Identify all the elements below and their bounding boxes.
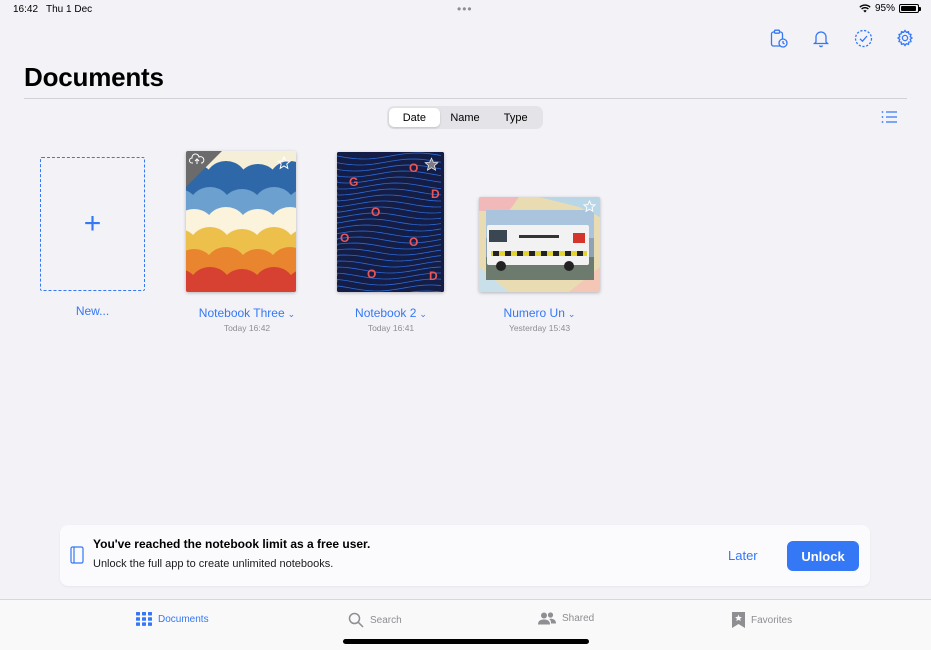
status-date: Thu 1 Dec <box>46 4 93 15</box>
sort-date-segment[interactable]: Date <box>389 108 440 127</box>
star-outline-icon[interactable] <box>277 156 291 170</box>
home-indicator[interactable] <box>343 639 589 644</box>
notebook-three-meta: Notebook Three ⌄ Today 16:42 <box>186 304 308 333</box>
svg-text:O: O <box>367 267 376 281</box>
tab-search-label: Search <box>370 614 402 626</box>
numero-un-cover[interactable] <box>479 197 600 292</box>
gear-icon[interactable] <box>895 28 915 48</box>
notebook-three-title[interactable]: Notebook Three ⌄ <box>199 306 295 320</box>
later-button[interactable]: Later <box>728 548 758 563</box>
svg-text:O: O <box>409 235 418 249</box>
battery-icon <box>899 4 921 13</box>
star-filled-icon[interactable] <box>424 157 439 172</box>
top-toolbar <box>769 28 915 48</box>
page-title: Documents <box>24 62 164 92</box>
sort-segmented-control: Date Name Type <box>387 106 543 129</box>
wifi-icon <box>859 4 871 13</box>
scallop-pattern-image <box>186 151 296 292</box>
people-icon <box>538 612 556 625</box>
checkmark-circle-icon[interactable] <box>853 28 873 48</box>
unlock-button[interactable]: Unlock <box>787 541 859 571</box>
tab-documents[interactable]: Documents <box>136 612 209 626</box>
status-bar: 16:42 Thu 1 Dec ••• 95% <box>0 0 931 20</box>
doc-title-text: Notebook Three <box>198 306 285 320</box>
status-right: 95% <box>859 3 921 14</box>
upgrade-banner: You've reached the notebook limit as a f… <box>60 525 870 586</box>
cloud-upload-icon <box>189 153 205 164</box>
multitasking-dots-icon[interactable]: ••• <box>457 2 473 16</box>
chevron-down-icon: ⌄ <box>567 309 576 319</box>
truck-photo-image <box>479 197 600 292</box>
battery-percent: 95% <box>874 3 895 14</box>
status-time: 16:42 <box>13 4 39 15</box>
svg-text:O: O <box>409 161 418 175</box>
svg-text:D: D <box>429 269 438 283</box>
doc-title-text: Numero Un <box>503 306 565 320</box>
new-document-button[interactable]: + <box>40 157 145 291</box>
tab-search[interactable]: Search <box>348 612 402 628</box>
svg-text:O: O <box>371 205 380 219</box>
title-divider <box>24 98 907 99</box>
banner-title: You've reached the notebook limit as a f… <box>93 537 371 551</box>
tab-shared-label: Shared <box>562 613 595 624</box>
notebook-icon <box>70 546 84 564</box>
doc-title-text: Notebook 2 <box>355 306 417 320</box>
notebook-three-cover[interactable] <box>186 151 296 292</box>
notebook-2-meta: Notebook 2 ⌄ Today 16:41 <box>330 304 452 333</box>
tab-favorites[interactable]: Favorites <box>732 612 792 628</box>
wave-good-pattern-image: G O O O O D O D <box>337 152 444 292</box>
bell-icon[interactable] <box>811 28 831 48</box>
tab-favorites-label: Favorites <box>751 614 793 626</box>
notebook-2-cover[interactable]: G O O O O D O D <box>337 152 444 292</box>
notebook-2-date: Today 16:41 <box>367 323 415 333</box>
numero-un-date: Yesterday 15:43 <box>508 323 571 333</box>
sort-name-segment[interactable]: Name <box>440 108 491 127</box>
notebook-three-date: Today 16:42 <box>223 323 271 333</box>
plus-icon: + <box>83 207 102 240</box>
svg-text:D: D <box>431 187 440 201</box>
numero-un-meta: Numero Un ⌄ Yesterday 15:43 <box>479 304 600 333</box>
svg-text:O: O <box>340 231 349 245</box>
svg-text:G: G <box>349 175 358 189</box>
list-view-icon[interactable] <box>881 110 898 129</box>
sort-type-segment[interactable]: Type <box>490 108 541 127</box>
chevron-down-icon: ⌄ <box>419 309 427 319</box>
tab-shared[interactable]: Shared <box>538 612 594 625</box>
tab-documents-label: Documents <box>158 613 209 625</box>
new-document-label[interactable]: New... <box>40 304 145 318</box>
magnifier-icon <box>348 612 364 628</box>
banner-subtitle: Unlock the full app to create unlimited … <box>93 558 334 570</box>
numero-un-title[interactable]: Numero Un ⌄ <box>504 306 576 320</box>
chevron-down-icon: ⌄ <box>287 309 296 319</box>
star-outline-icon[interactable] <box>583 200 596 213</box>
clipboard-clock-icon[interactable] <box>769 28 789 48</box>
grid-icon <box>136 612 152 626</box>
bookmark-star-icon <box>732 612 745 628</box>
notebook-2-title[interactable]: Notebook 2 ⌄ <box>355 306 427 320</box>
